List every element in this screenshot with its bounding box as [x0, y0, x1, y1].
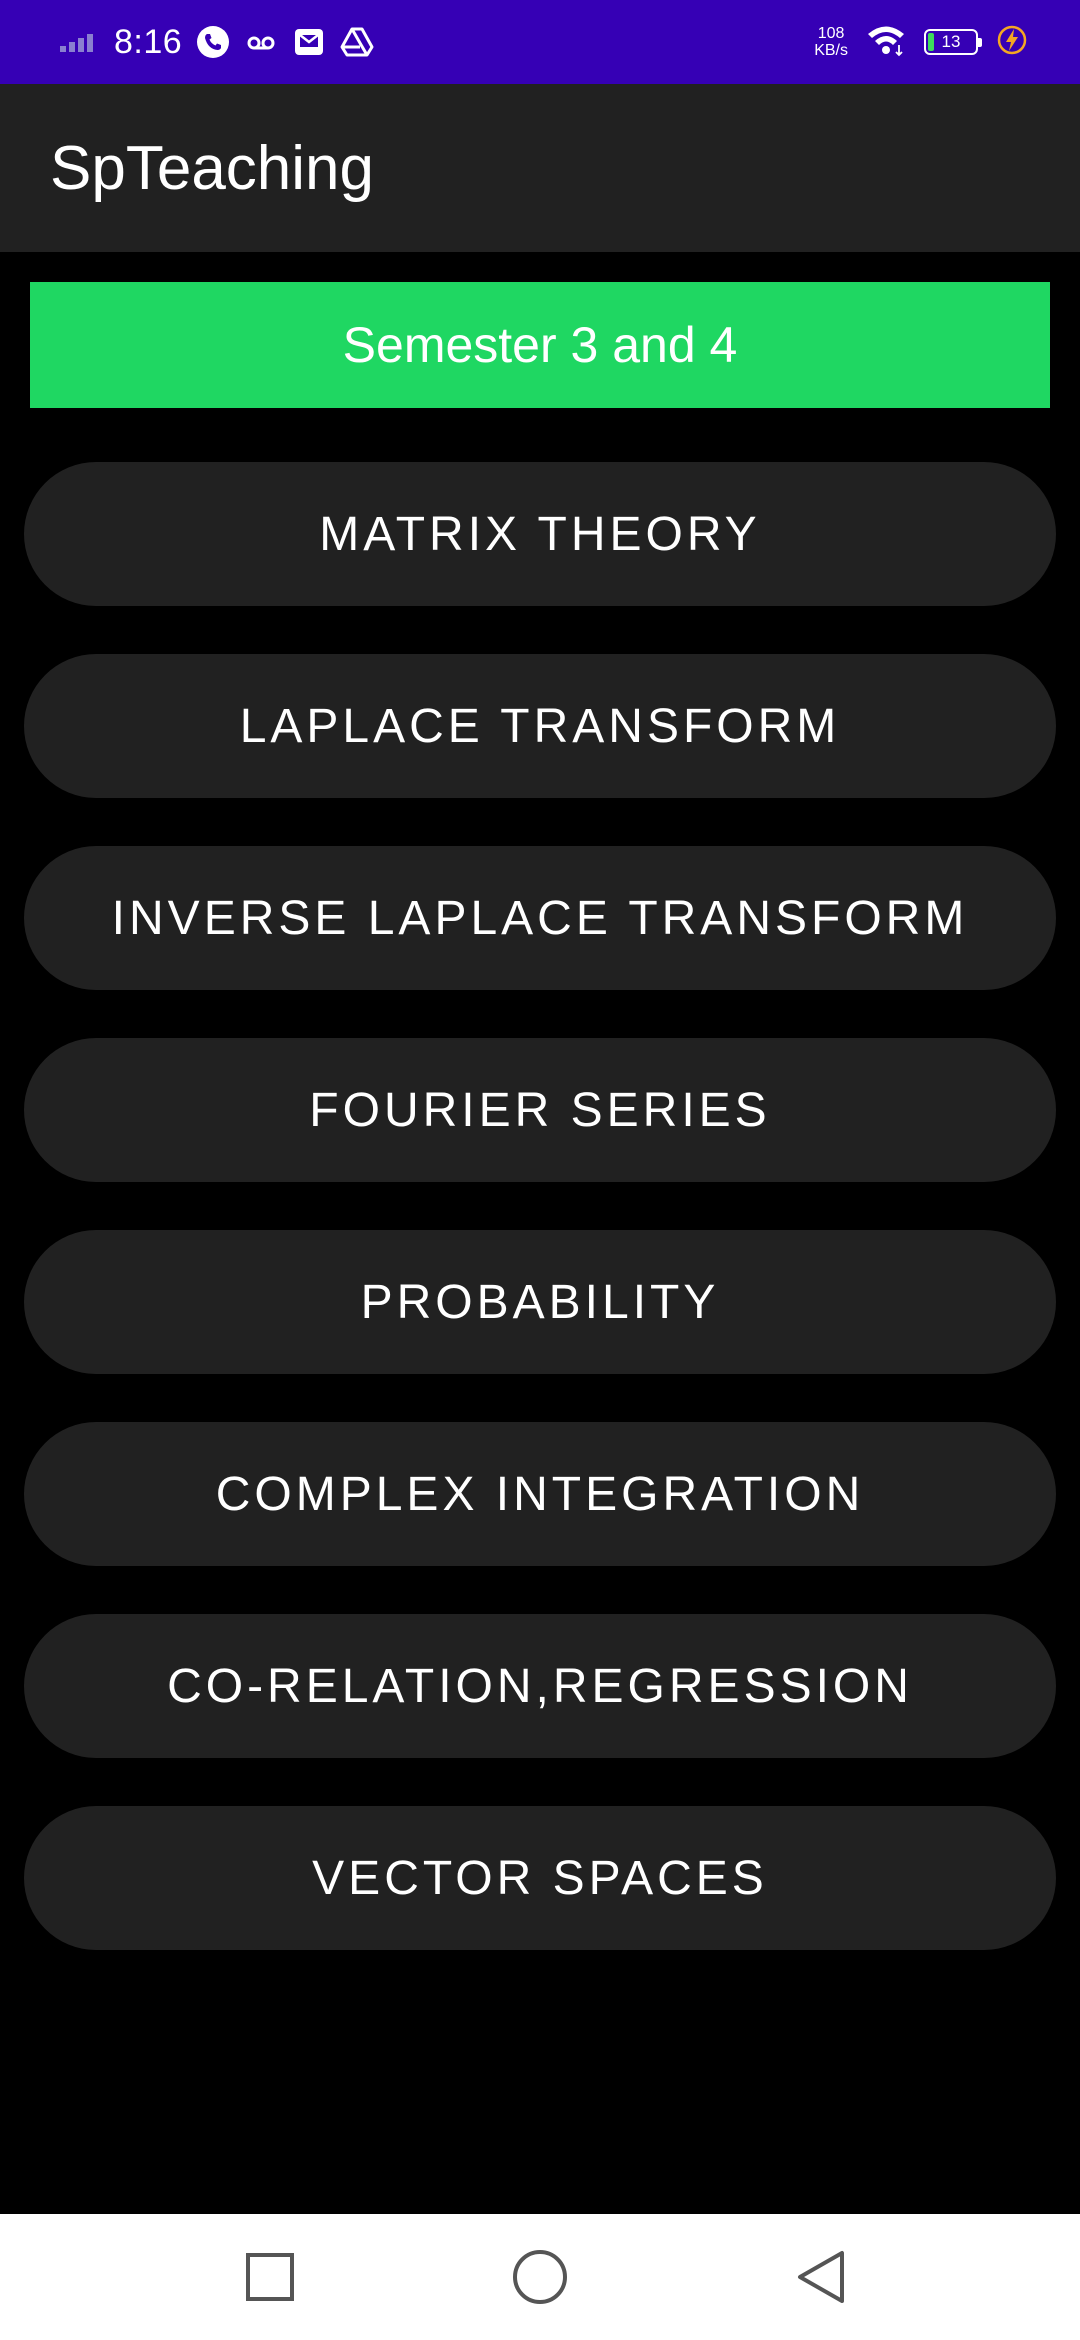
- navigation-bar: [0, 2214, 1080, 2340]
- semester-banner-label: Semester 3 and 4: [342, 317, 738, 373]
- topic-button-corelation-regression[interactable]: CO-RELATION,REGRESSION: [24, 1614, 1056, 1758]
- voicemail-icon: [244, 25, 278, 59]
- topic-button-matrix-theory[interactable]: MATRIX THEORY: [24, 462, 1056, 606]
- signal-icon: [60, 28, 100, 57]
- phone-icon: [196, 25, 230, 59]
- network-speed-unit: KB/s: [814, 42, 848, 59]
- recents-button[interactable]: [210, 2214, 330, 2340]
- status-bar-right: 108 KB/s 13: [814, 0, 1028, 84]
- charging-icon: [996, 24, 1028, 61]
- topic-button-probability[interactable]: PROBABILITY: [24, 1230, 1056, 1374]
- battery-level: 13: [941, 32, 961, 51]
- wifi-icon: [866, 23, 906, 62]
- topic-button-vector-spaces[interactable]: VECTOR SPACES: [24, 1806, 1056, 1950]
- message-icon: [292, 25, 326, 59]
- drive-icon: [340, 25, 374, 59]
- network-speed-value: 108: [817, 25, 845, 42]
- back-button[interactable]: [762, 2214, 882, 2340]
- home-button[interactable]: [480, 2214, 600, 2340]
- topic-button-complex-integration[interactable]: COMPLEX INTEGRATION: [24, 1422, 1056, 1566]
- recents-square-icon: [246, 2253, 294, 2301]
- topic-button-fourier-series[interactable]: FOURIER SERIES: [24, 1038, 1056, 1182]
- status-bar: 8:16 108 KB/s 13: [0, 0, 1080, 84]
- battery-icon: 13: [924, 29, 982, 55]
- network-speed: 108 KB/s: [814, 25, 848, 59]
- screen: 8:16 108 KB/s 13 SpTeaching Semester 3 a…: [0, 0, 1080, 2340]
- semester-banner: Semester 3 and 4: [30, 282, 1050, 408]
- topic-button-inverse-laplace-transform[interactable]: INVERSE LAPLACE TRANSFORM: [24, 846, 1056, 990]
- home-circle-icon: [513, 2250, 567, 2304]
- back-triangle-icon: [798, 2251, 844, 2303]
- topic-button-laplace-transform[interactable]: LAPLACE TRANSFORM: [24, 654, 1056, 798]
- status-bar-left: 8:16: [60, 0, 374, 84]
- app-bar: SpTeaching: [0, 84, 1080, 252]
- app-title: SpTeaching: [50, 133, 375, 203]
- status-time: 8:16: [114, 23, 183, 61]
